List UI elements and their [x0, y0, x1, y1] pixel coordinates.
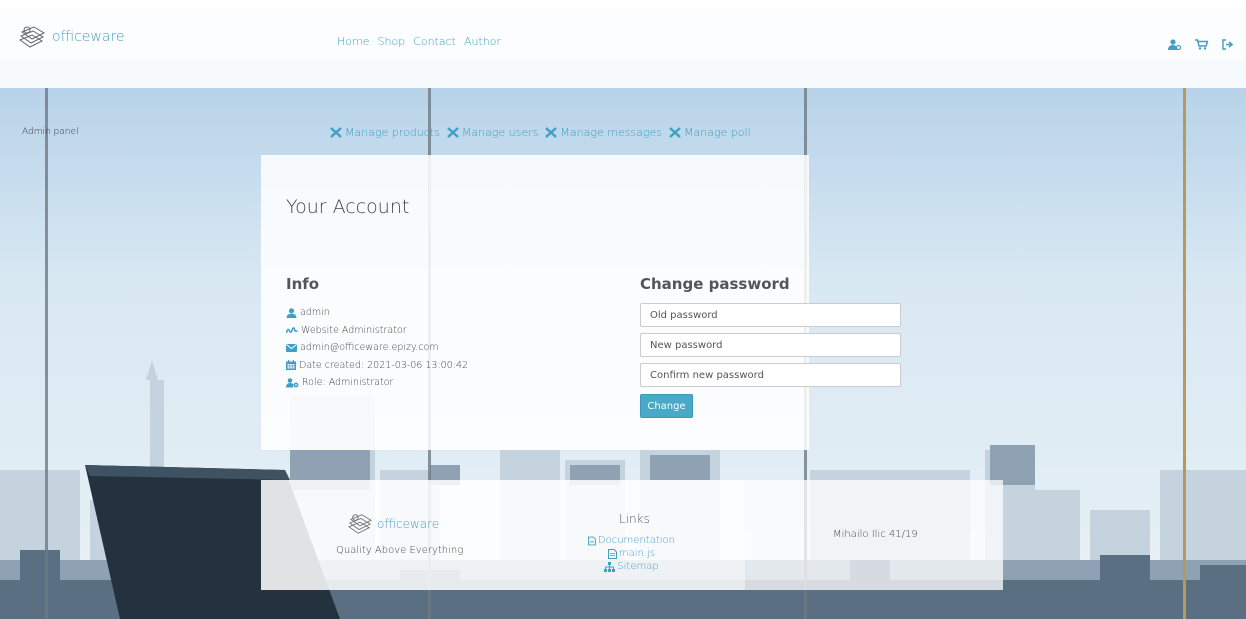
footer-author: Mihailo Ilic 41/19: [833, 529, 918, 540]
brand-logo[interactable]: officeware: [18, 24, 125, 50]
footer-brand-name: officeware: [377, 517, 440, 531]
logout-icon[interactable]: [1222, 35, 1234, 54]
info-date-row: Date created: 2021-03-06 13:00:42: [286, 357, 468, 375]
manage-users-label: Manage users: [461, 126, 539, 139]
manage-poll-label: Manage poll: [684, 126, 751, 139]
manage-users-link[interactable]: Manage users: [447, 126, 539, 139]
cart-icon[interactable]: [1195, 35, 1209, 54]
info-role-row: Role: Administrator: [286, 374, 468, 392]
top-icons: [1168, 35, 1234, 54]
officeware-logo-icon: [347, 514, 373, 534]
file-code-icon: [607, 548, 617, 559]
admin-subbar: Admin panel Manage products Manage users…: [0, 60, 1246, 139]
footer-tagline: Quality Above Everything: [336, 545, 464, 556]
manage-messages-link[interactable]: Manage messages: [545, 126, 662, 139]
old-password-input[interactable]: [640, 303, 901, 327]
officeware-logo-icon: [18, 26, 46, 48]
change-password-heading: Change password: [640, 275, 790, 293]
mainjs-link[interactable]: main.js: [588, 547, 675, 560]
confirm-password-input[interactable]: [640, 363, 901, 387]
file-pdf-icon: [588, 536, 596, 545]
signature-icon: [286, 326, 298, 333]
top-navbar: officeware Home Shop Contact Author: [0, 0, 1246, 60]
user-icon: [286, 307, 297, 318]
change-password-button[interactable]: Change: [640, 394, 693, 418]
tools-icon: [545, 127, 558, 138]
info-list: admin Website Administrator admin@office…: [286, 304, 468, 392]
admin-panel-label: Admin panel: [22, 127, 79, 137]
manage-poll-link[interactable]: Manage poll: [669, 126, 751, 139]
admin-nav: Manage products Manage users Manage mess…: [330, 126, 751, 139]
info-username: admin: [300, 307, 330, 319]
tools-icon: [330, 127, 342, 138]
page-title: Your Account: [286, 196, 410, 218]
nav-author-link[interactable]: Author: [464, 35, 501, 48]
main-nav: Home Shop Contact Author: [337, 35, 501, 48]
tools-icon: [447, 127, 459, 138]
manage-products-label: Manage products: [345, 126, 440, 139]
brand-name: officeware: [52, 29, 125, 45]
calendar-icon: [286, 360, 296, 371]
nav-contact-link[interactable]: Contact: [413, 35, 456, 48]
info-role-desc-row: Website Administrator: [286, 322, 468, 340]
info-email-row: admin@officeware.epizy.com: [286, 339, 468, 357]
users-cog-icon: [286, 377, 299, 388]
info-role: Role: Administrator: [302, 377, 394, 389]
info-username-row: admin: [286, 304, 468, 322]
info-heading: Info: [286, 275, 320, 293]
info-role-desc: Website Administrator: [301, 324, 407, 336]
sitemap-icon: [604, 561, 616, 572]
documentation-link[interactable]: Documentation: [588, 534, 675, 547]
envelope-icon: [286, 343, 297, 352]
footer-links-heading: Links: [619, 512, 650, 526]
new-password-input[interactable]: [640, 333, 901, 357]
manage-products-link[interactable]: Manage products: [330, 126, 440, 139]
documentation-label: Documentation: [597, 535, 675, 546]
info-email: admin@officeware.epizy.com: [300, 342, 439, 354]
sitemap-label: Sitemap: [617, 561, 659, 572]
tools-icon: [669, 127, 681, 138]
footer-links: Documentation main.js Sitemap: [588, 534, 675, 573]
mainjs-label: main.js: [618, 548, 656, 559]
manage-messages-label: Manage messages: [560, 126, 663, 139]
nav-shop-link[interactable]: Shop: [377, 35, 405, 48]
sitemap-link[interactable]: Sitemap: [588, 560, 675, 573]
user-gear-icon[interactable]: [1168, 35, 1182, 54]
footer-logo[interactable]: officeware: [345, 512, 439, 536]
info-date-created: Date created: 2021-03-06 13:00:42: [299, 359, 469, 371]
nav-home-link[interactable]: Home: [337, 35, 369, 48]
